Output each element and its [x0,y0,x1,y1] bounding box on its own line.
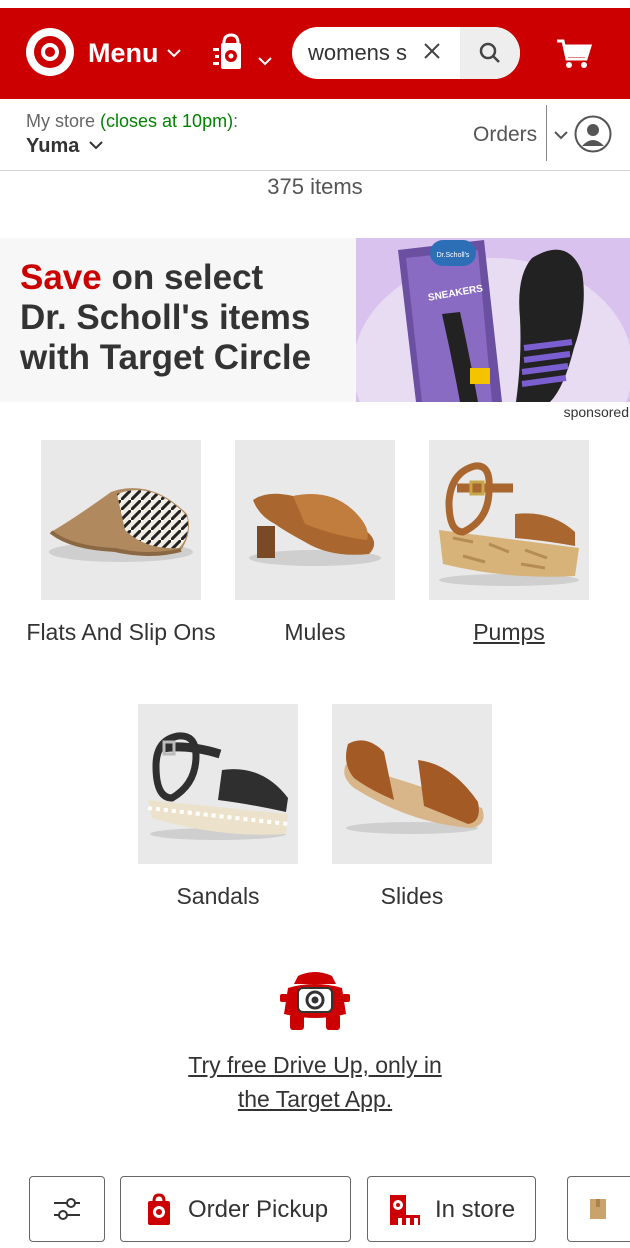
top-header: Menu [0,8,630,99]
store-building-icon [390,1195,420,1225]
menu-button[interactable]: Menu [88,38,159,69]
order-pickup-label[interactable]: Order Pickup [188,1196,328,1224]
ad-image-brand: Dr.Scholl's [437,252,470,259]
category-tile-flats[interactable]: Flats And Slip Ons [26,440,216,645]
shipping-chip[interactable] [567,1176,630,1242]
category-label[interactable]: Flats And Slip Ons [21,616,221,649]
filter-sliders-icon [54,1198,80,1220]
drive-up-link[interactable]: Try free Drive Up, only in the Target Ap… [0,1048,630,1116]
shoe-platform-sandal-icon [439,462,579,586]
account-icon[interactable] [574,115,612,153]
chevron-down-icon[interactable] [554,131,568,140]
category-image[interactable] [332,704,492,864]
category-tile-pumps[interactable]: Pumps [429,440,589,645]
ad-product-image: Dr.Scholl's SNEAKERS [356,238,630,402]
result-count: 375 items [267,174,363,199]
store-suffix: : [233,111,239,131]
chevron-down-icon[interactable] [166,48,182,58]
category-tile-sandals[interactable]: Sandals [138,704,298,909]
my-store-line: My store (closes at 10pm): [26,111,238,132]
sponsored-banner[interactable]: Save on select Dr. Scholl's items with T… [0,238,630,402]
search-button[interactable] [460,27,520,79]
orders-link[interactable]: Orders [473,123,537,147]
in-store-chip[interactable]: In store [367,1176,536,1242]
shoe-flat-icon [49,488,193,562]
store-hours: (closes at 10pm) [100,111,234,131]
category-image[interactable] [235,440,395,600]
sponsored-label: sponsored [563,404,629,420]
pickup-bag-icon [148,1193,170,1225]
drive-up-line2[interactable]: the Target App. [238,1086,392,1112]
ad-line3: with Target Circle [20,338,312,377]
store-bag-icon[interactable] [213,32,249,72]
category-tile-mules[interactable]: Mules [235,440,395,645]
category-label[interactable]: Sandals [118,880,318,913]
search-input[interactable] [308,39,412,67]
category-image[interactable] [138,704,298,864]
store-bar: My store (closes at 10pm): Yuma Orders [0,99,630,171]
ad-line2: Dr. Scholl's items [20,298,311,337]
divider [546,105,547,161]
category-tile-slides[interactable]: Slides [332,704,492,909]
search-icon [479,42,500,63]
insole-product-icon: Dr.Scholl's SNEAKERS [356,240,630,402]
shoe-slide-icon [344,740,484,834]
drive-up-line1[interactable]: Try free Drive Up, only in [188,1052,442,1078]
close-icon[interactable] [422,41,442,61]
ad-headline: Save on select Dr. Scholl's items with T… [20,258,360,378]
category-label[interactable]: Slides [312,880,512,913]
shoe-mule-icon [249,493,381,566]
cart-icon[interactable] [556,38,592,70]
chevron-down-icon[interactable] [257,56,273,66]
category-label[interactable]: Pumps [409,616,609,649]
drive-up-car-icon [280,972,350,1030]
filter-button[interactable] [29,1176,105,1242]
chevron-down-icon[interactable] [89,141,103,150]
category-label[interactable]: Mules [215,616,415,649]
shipping-box-icon [590,1199,606,1219]
ad-save-word: Save [20,258,102,297]
in-store-label[interactable]: In store [435,1196,515,1224]
shoe-sandal-icon [147,732,289,840]
order-pickup-chip[interactable]: Order Pickup [120,1176,351,1242]
target-logo-icon[interactable] [26,28,74,76]
ad-line1: on select [101,258,264,297]
category-image[interactable] [429,440,589,600]
category-image[interactable] [41,440,201,600]
search-bar [292,27,520,79]
store-selector[interactable]: Yuma [26,135,79,158]
store-prefix: My store [26,111,101,131]
